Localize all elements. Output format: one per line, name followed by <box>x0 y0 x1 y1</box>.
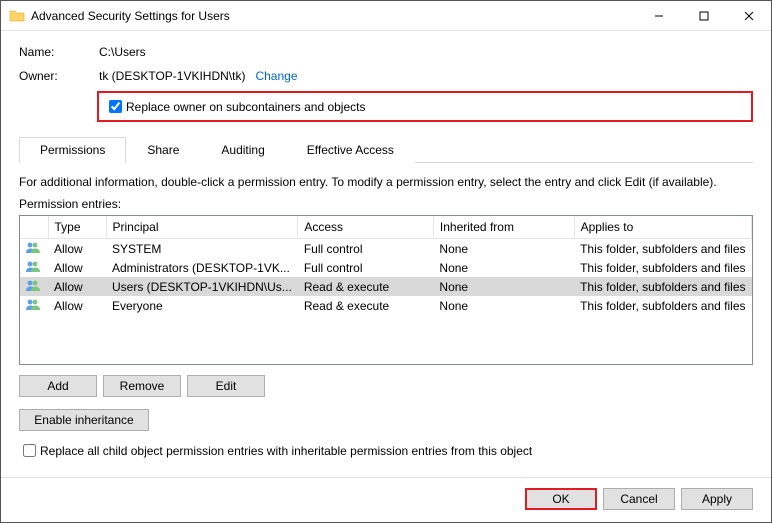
cell-type: Allow <box>48 296 106 315</box>
replace-child-checkbox[interactable] <box>23 444 36 457</box>
cell-principal: Administrators (DESKTOP-1VK... <box>106 258 298 277</box>
ok-button[interactable]: OK <box>525 488 597 510</box>
owner-row: Owner: tk (DESKTOP-1VKIHDN\tk) Change <box>19 69 753 83</box>
cell-principal: Users (DESKTOP-1VKIHDN\Us... <box>106 277 298 296</box>
entry-buttons: Add Remove Edit <box>19 375 753 397</box>
maximize-button[interactable] <box>681 1 726 30</box>
cell-type: Allow <box>48 277 106 296</box>
cell-access: Full control <box>298 258 434 277</box>
change-owner-link[interactable]: Change <box>255 69 297 83</box>
cell-type: Allow <box>48 239 106 259</box>
replace-child-row: Replace all child object permission entr… <box>19 441 753 460</box>
window-controls <box>636 1 771 30</box>
edit-button[interactable]: Edit <box>187 375 265 397</box>
table-row[interactable]: AllowSYSTEMFull controlNoneThis folder, … <box>20 239 752 259</box>
permission-table[interactable]: Type Principal Access Inherited from App… <box>19 215 753 365</box>
tab-permissions[interactable]: Permissions <box>19 137 126 163</box>
cancel-button[interactable]: Cancel <box>603 488 675 510</box>
cell-principal: Everyone <box>106 296 298 315</box>
apply-button[interactable]: Apply <box>681 488 753 510</box>
users-icon <box>20 296 48 315</box>
table-row[interactable]: AllowUsers (DESKTOP-1VKIHDN\Us...Read & … <box>20 277 752 296</box>
window-title: Advanced Security Settings for Users <box>31 9 636 23</box>
cell-inherited: None <box>433 239 574 259</box>
col-inherited[interactable]: Inherited from <box>433 216 574 239</box>
info-text: For additional information, double-click… <box>19 175 753 189</box>
replace-child-label: Replace all child object permission entr… <box>40 444 532 458</box>
cell-access: Read & execute <box>298 277 434 296</box>
titlebar: Advanced Security Settings for Users <box>1 1 771 31</box>
name-value: C:\Users <box>99 45 146 59</box>
col-applies[interactable]: Applies to <box>574 216 751 239</box>
cell-access: Read & execute <box>298 296 434 315</box>
cell-applies: This folder, subfolders and files <box>574 277 751 296</box>
users-icon <box>20 239 48 259</box>
col-principal[interactable]: Principal <box>106 216 298 239</box>
table-row[interactable]: AllowEveryoneRead & executeNoneThis fold… <box>20 296 752 315</box>
cell-applies: This folder, subfolders and files <box>574 239 751 259</box>
col-access[interactable]: Access <box>298 216 434 239</box>
entries-label: Permission entries: <box>19 197 753 211</box>
enable-inheritance-button[interactable]: Enable inheritance <box>19 409 149 431</box>
replace-owner-label: Replace owner on subcontainers and objec… <box>126 100 365 114</box>
close-button[interactable] <box>726 1 771 30</box>
remove-button[interactable]: Remove <box>103 375 181 397</box>
col-type[interactable]: Type <box>48 216 106 239</box>
cell-inherited: None <box>433 296 574 315</box>
owner-label: Owner: <box>19 69 99 83</box>
cell-inherited: None <box>433 277 574 296</box>
add-button[interactable]: Add <box>19 375 97 397</box>
cell-type: Allow <box>48 258 106 277</box>
tab-strip: Permissions Share Auditing Effective Acc… <box>19 136 753 163</box>
folder-icon <box>9 8 25 24</box>
name-row: Name: C:\Users <box>19 45 753 59</box>
replace-owner-highlight: Replace owner on subcontainers and objec… <box>97 91 753 122</box>
name-label: Name: <box>19 45 99 59</box>
users-icon <box>20 277 48 296</box>
owner-value: tk (DESKTOP-1VKIHDN\tk) <box>99 69 245 83</box>
cell-applies: This folder, subfolders and files <box>574 258 751 277</box>
col-icon[interactable] <box>20 216 48 239</box>
tab-effective-access[interactable]: Effective Access <box>286 137 415 163</box>
cell-access: Full control <box>298 239 434 259</box>
tab-auditing[interactable]: Auditing <box>200 137 285 163</box>
users-icon <box>20 258 48 277</box>
minimize-button[interactable] <box>636 1 681 30</box>
cell-principal: SYSTEM <box>106 239 298 259</box>
cell-applies: This folder, subfolders and files <box>574 296 751 315</box>
tab-share[interactable]: Share <box>126 137 200 163</box>
content-area: Name: C:\Users Owner: tk (DESKTOP-1VKIHD… <box>1 31 771 477</box>
table-row[interactable]: AllowAdministrators (DESKTOP-1VK...Full … <box>20 258 752 277</box>
dialog-footer: OK Cancel Apply <box>1 477 771 522</box>
replace-owner-checkbox[interactable] <box>109 100 122 113</box>
table-header-row: Type Principal Access Inherited from App… <box>20 216 752 239</box>
cell-inherited: None <box>433 258 574 277</box>
